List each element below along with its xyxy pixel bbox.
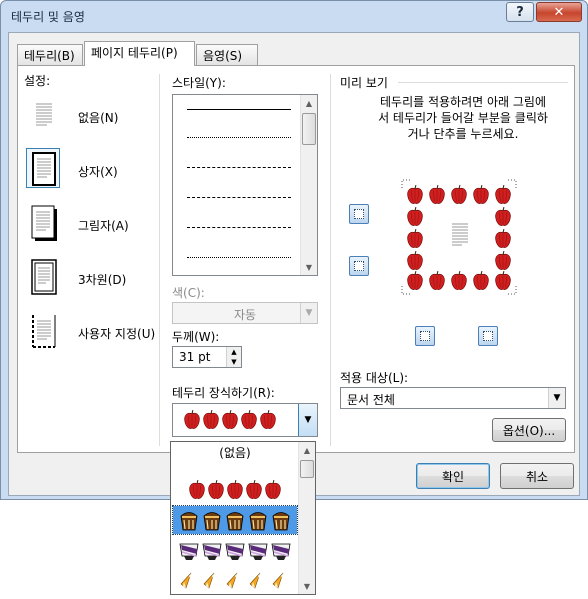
setting-3d-icon [31,259,57,295]
title-bar: 테두리 및 음영 ? ✕ [1,1,587,31]
art-option-cakes[interactable] [172,505,298,535]
preview-rule [398,82,568,83]
art-option-none[interactable]: (없음) [171,444,299,461]
column-divider-right [330,74,331,446]
setting-none-label: 없음(N) [78,111,119,125]
scroll-thumb[interactable] [300,460,314,478]
chevron-down-icon: ▼ [300,303,317,323]
style-option-dotted[interactable] [187,137,291,138]
setting-3d-button[interactable] [26,256,60,296]
left-border-button[interactable] [415,326,435,346]
style-heading: 스타일(Y): [172,76,226,90]
preview-heading: 미리 보기 [340,76,388,90]
setting-none-icon [33,99,55,131]
scroll-up-icon[interactable]: ▲ [301,95,317,111]
style-option-dash-dot[interactable] [187,227,291,228]
preview-page[interactable] [400,178,518,296]
color-label: 색(C): [172,286,205,300]
art-option-apples[interactable] [173,476,297,504]
setting-box-label: 상자(X) [78,165,118,179]
right-border-button[interactable] [478,326,498,346]
setting-none-button[interactable] [26,94,60,134]
art-option-candy-corn[interactable] [173,566,297,594]
setting-shadow-icon [31,205,57,241]
column-divider-left [159,74,160,446]
apply-to-combo[interactable]: 문서 전체 ▼ [340,387,566,409]
apply-to-label: 적용 대상(L): [340,371,409,385]
apply-to-value: 문서 전체 [347,393,395,407]
top-border-icon [354,209,364,219]
color-value: 자동 [233,308,257,322]
scroll-thumb[interactable] [302,113,316,145]
scroll-up-icon[interactable]: ▲ [299,442,315,458]
bottom-border-button[interactable] [349,256,369,276]
setting-shadow-label: 그림자(A) [78,219,129,233]
scroll-down-icon[interactable]: ▼ [299,578,315,594]
art-dropdown-list[interactable]: (없음) ▲ ▼ [170,441,316,595]
color-combo: 자동 ▼ [172,302,318,324]
art-scrollbar[interactable]: ▲ ▼ [298,442,315,594]
setting-custom-icon [32,315,56,348]
window-title: 테두리 및 음영 [11,10,85,24]
close-button[interactable]: ✕ [536,2,582,22]
setting-3d-label: 3차원(D) [78,273,127,287]
setting-heading: 설정: [24,74,51,88]
ok-button[interactable]: 확인 [416,463,490,489]
style-option-dashed[interactable] [187,197,291,198]
art-option-cupcakes[interactable] [173,536,297,564]
style-option-solid[interactable] [187,109,291,110]
width-spinner[interactable]: 31 pt ▲ ▼ [172,346,242,368]
tab-borders[interactable]: 테두리(B) [17,44,83,65]
bottom-border-icon [354,261,364,271]
art-selected-apples [183,409,277,431]
width-label: 두께(W): [172,330,220,344]
help-button[interactable]: ? [506,2,534,22]
left-border-icon [420,331,430,341]
art-label: 테두리 장식하기(R): [172,386,275,400]
width-value: 31 pt [179,350,211,364]
setting-custom-label: 사용자 지정(U) [78,327,156,341]
style-scrollbar[interactable]: ▲ ▼ [300,95,317,275]
right-border-icon [483,331,493,341]
spin-down-icon[interactable]: ▼ [226,357,241,367]
top-border-button[interactable] [349,204,369,224]
dialog-window: 테두리 및 음영 ? ✕ 테두리(B) 페이지 테두리(P) 음영(S) 설정: [0,0,588,500]
dialog-body: 테두리(B) 페이지 테두리(P) 음영(S) 설정: 없음(N) 상자(X) … [8,32,580,496]
cancel-button[interactable]: 취소 [500,463,574,489]
tab-page-border[interactable]: 페이지 테두리(P) [84,41,195,66]
chevron-down-icon[interactable]: ▼ [548,388,565,408]
tab-shading[interactable]: 음영(S) [196,44,258,65]
spin-up-icon[interactable]: ▲ [226,347,241,357]
setting-custom-button[interactable] [26,310,60,350]
art-combo[interactable]: ▼ [172,403,318,437]
tab-panel-page-border: 설정: 없음(N) 상자(X) 그림자(A) 3차원(D) 사용자 지정(U) … [17,65,575,453]
setting-box-icon [32,152,56,186]
scroll-down-icon[interactable]: ▼ [301,259,317,275]
setting-box-button[interactable] [26,148,60,188]
setting-shadow-button[interactable] [26,202,60,242]
style-option-dash-dot-dot[interactable] [187,257,291,258]
style-listbox[interactable]: ▲ ▼ [172,94,318,276]
chevron-down-icon[interactable]: ▼ [298,404,317,436]
preview-border-art [401,179,517,295]
style-option-dashed-fine[interactable] [187,167,291,168]
preview-instruction: 테두리를 적용하려면 아래 그림에서 테두리가 들어갈 부분을 클릭하거나 단추… [378,95,548,141]
options-button[interactable]: 옵션(O)... [492,418,566,442]
